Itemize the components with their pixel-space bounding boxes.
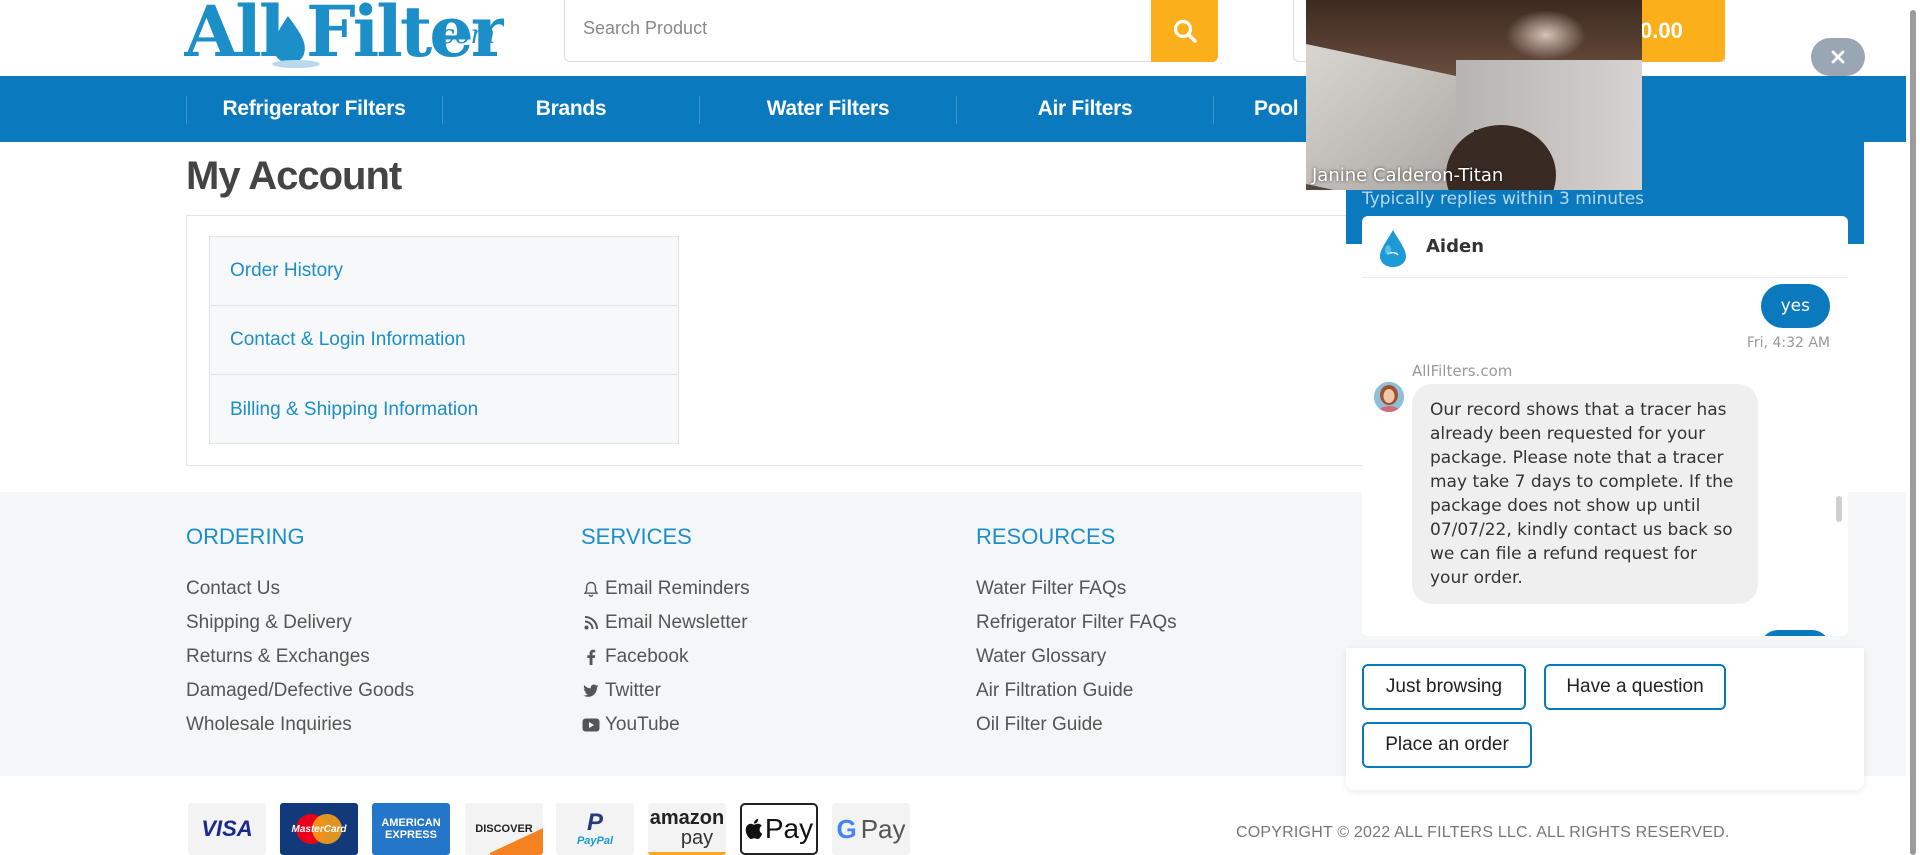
contact-login-link[interactable]: Contact & Login Information: [210, 306, 678, 375]
footer-link-wholesale[interactable]: Wholesale Inquiries: [186, 708, 414, 742]
cart-total-value: 0.00: [1640, 18, 1683, 43]
visa-logo: VISA: [188, 803, 266, 855]
chat-conversation[interactable]: Aiden yes Fri, 4:32 AM AllFilters.com Ou…: [1362, 216, 1848, 636]
mastercard-text: MasterCard: [291, 823, 347, 835]
footer-link-label: Twitter: [605, 680, 661, 701]
facebook-icon: [581, 648, 601, 666]
account-menu: Order History Contact & Login Informatio…: [209, 236, 679, 444]
chat-reply-time: Typically replies within 3 minutes: [1362, 189, 1645, 209]
discover-logo: DISCOVER: [465, 803, 543, 855]
footer-heading-ordering: ORDERING: [186, 524, 305, 549]
mastercard-logo: MasterCard: [280, 803, 358, 855]
nav-item-refrigerator-filters[interactable]: Refrigerator Filters: [186, 76, 442, 142]
user-message-bubble-partial: [1760, 630, 1830, 636]
search-icon: [1173, 19, 1197, 43]
apple-pay-logo: Pay: [740, 803, 818, 855]
close-icon: [1831, 50, 1845, 64]
chat-quick-replies: Just browsing Have a question Place an o…: [1346, 648, 1864, 790]
video-call-overlay[interactable]: Janine Calderon-Titan: [1306, 0, 1642, 190]
nav-item-brands[interactable]: Brands: [443, 76, 699, 142]
video-feed-light: [1506, 10, 1586, 60]
rss-icon: [581, 614, 601, 632]
bot-message-bubble: Our record shows that a tracer has alrea…: [1412, 384, 1758, 604]
chat-scrollbar[interactable]: [1836, 496, 1842, 522]
copyright-text: COPYRIGHT © 2022 ALL FILTERS LLC. ALL RI…: [1236, 824, 1730, 841]
amazon-text: amazon: [649, 806, 725, 829]
google-g-mark: G: [836, 813, 857, 844]
footer-link-label: Email Reminders: [605, 578, 750, 599]
message-timestamp: Fri, 4:32 AM: [1746, 335, 1830, 351]
footer-link-shipping[interactable]: Shipping & Delivery: [186, 606, 414, 640]
page-title: My Account: [186, 154, 402, 198]
footer-list-ordering: Contact Us Shipping & Delivery Returns &…: [186, 572, 414, 742]
bot-sender-name: AllFilters.com: [1412, 362, 1513, 380]
footer-link-refrigerator-filter-faqs[interactable]: Refrigerator Filter FAQs: [976, 606, 1177, 640]
apple-icon: [745, 818, 763, 840]
footer-heading-services: SERVICES: [581, 524, 692, 549]
footer-link-water-filter-faqs[interactable]: Water Filter FAQs: [976, 572, 1177, 606]
chat-agent-row: Aiden: [1362, 216, 1848, 278]
page: All Filters .com 0.00 Refrigerator Filte…: [0, 0, 1920, 855]
svg-text:All: All: [184, 0, 284, 70]
footer-link-air-filtration-guide[interactable]: Air Filtration Guide: [976, 674, 1177, 708]
amex-logo: AMERICAN EXPRESS: [372, 803, 450, 855]
visa-text: VISA: [201, 816, 253, 841]
footer-link-email-reminders[interactable]: Email Reminders: [581, 572, 750, 606]
youtube-icon: [581, 716, 601, 734]
amex-text-2: EXPRESS: [385, 829, 437, 841]
footer-link-twitter[interactable]: Twitter: [581, 674, 750, 708]
footer-link-email-newsletter[interactable]: Email Newsletter: [581, 606, 750, 640]
chat-agent-name: Aiden: [1426, 236, 1485, 257]
footer-list-services: Email Reminders Email Newsletter Faceboo…: [581, 572, 750, 742]
footer-link-label: Facebook: [605, 646, 689, 667]
agent-avatar-icon: [1374, 382, 1404, 412]
footer-link-water-glossary[interactable]: Water Glossary: [976, 640, 1177, 674]
footer-link-returns[interactable]: Returns & Exchanges: [186, 640, 414, 674]
nav-item-water-filters[interactable]: Water Filters: [700, 76, 956, 142]
footer-link-facebook[interactable]: Facebook: [581, 640, 750, 674]
search-bar: [564, 0, 1218, 62]
footer-heading-resources: RESOURCES: [976, 524, 1116, 549]
paypal-mark: P: [586, 809, 603, 836]
user-message-bubble: yes: [1760, 284, 1830, 328]
chat-close-button[interactable]: [1811, 38, 1865, 76]
allfilters-logo[interactable]: All Filters .com: [184, 0, 504, 70]
amex-text-1: AMERICAN: [381, 817, 441, 829]
video-participant-name: Janine Calderon-Titan: [1312, 165, 1504, 186]
logo-domain: .com: [432, 20, 496, 50]
account-panel: Order History Contact & Login Informatio…: [186, 215, 1386, 466]
water-drop-icon: [1380, 230, 1406, 267]
footer-link-oil-filter-guide[interactable]: Oil Filter Guide: [976, 708, 1177, 742]
footer-link-contact-us[interactable]: Contact Us: [186, 572, 414, 606]
google-pay-text: Pay: [860, 813, 906, 844]
amazon-pay-logo: amazon pay: [648, 803, 726, 855]
footer-link-youtube[interactable]: YouTube: [581, 708, 750, 742]
order-history-link[interactable]: Order History: [210, 237, 678, 306]
google-pay-logo: G Pay: [832, 803, 910, 855]
search-input[interactable]: [583, 14, 1143, 42]
twitter-icon: [581, 682, 601, 700]
footer-link-label: YouTube: [605, 714, 680, 735]
place-an-order-button[interactable]: Place an order: [1362, 722, 1532, 768]
search-button[interactable]: [1151, 0, 1218, 62]
discover-text: DISCOVER: [475, 823, 533, 835]
billing-shipping-link[interactable]: Billing & Shipping Information: [210, 375, 678, 444]
page-scrollbar-thumb[interactable]: [1910, 10, 1916, 855]
amazon-pay-text: pay: [680, 826, 714, 849]
just-browsing-button[interactable]: Just browsing: [1362, 664, 1526, 710]
footer-link-damaged[interactable]: Damaged/Defective Goods: [186, 674, 414, 708]
paypal-text: PayPal: [576, 835, 614, 847]
nav-item-air-filters[interactable]: Air Filters: [957, 76, 1213, 142]
apple-pay-text: Pay: [764, 813, 814, 844]
footer-list-resources: Water Filter FAQs Refrigerator Filter FA…: [976, 572, 1177, 742]
footer-link-label: Email Newsletter: [605, 612, 748, 633]
bell-icon: [581, 580, 601, 598]
bot-avatar: [1374, 382, 1404, 412]
paypal-logo: P PayPal: [556, 803, 634, 855]
have-a-question-button[interactable]: Have a question: [1544, 664, 1726, 710]
